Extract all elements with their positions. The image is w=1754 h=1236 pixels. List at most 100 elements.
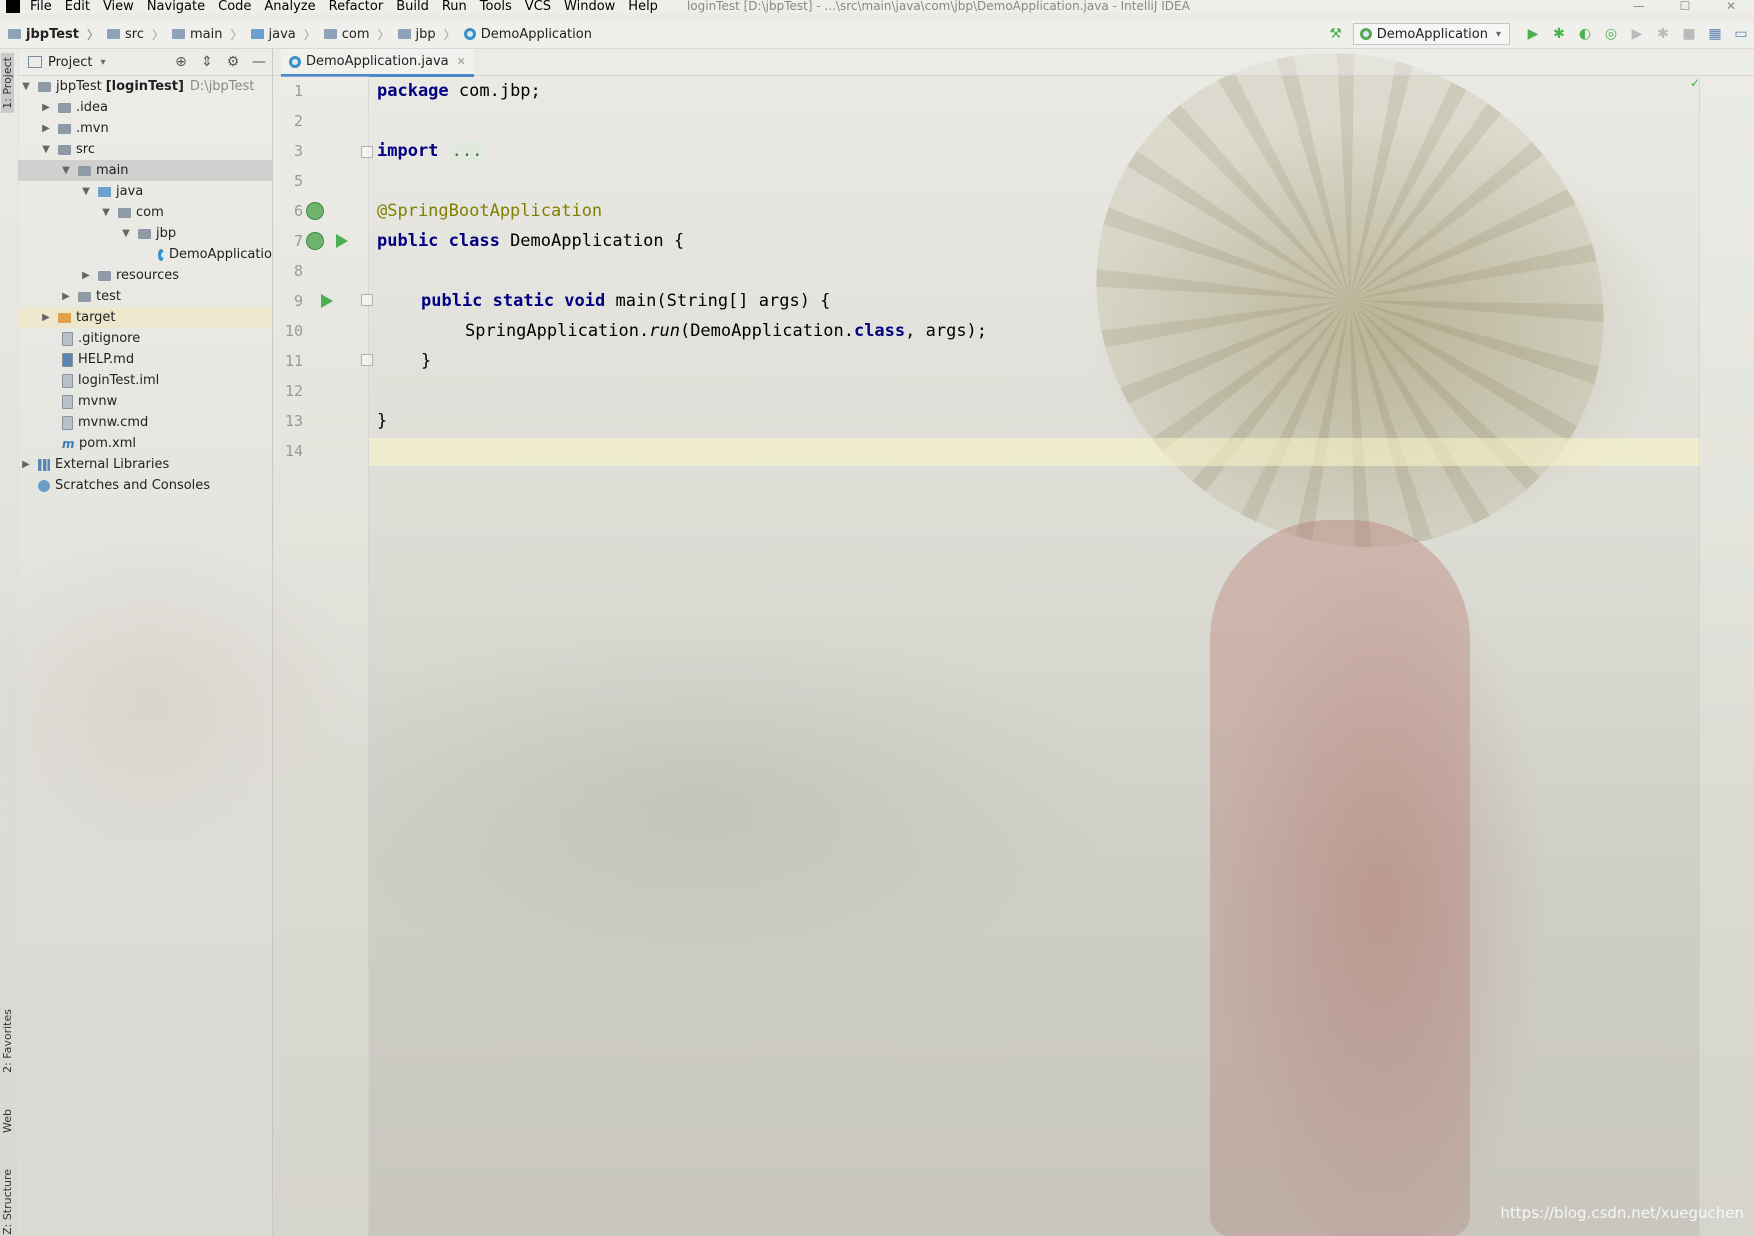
- tree-item-scratches[interactable]: Scratches and Consoles: [18, 475, 272, 496]
- hide-icon[interactable]: —: [246, 54, 272, 70]
- run-configuration-select[interactable]: DemoApplication ▾: [1352, 23, 1510, 45]
- breadcrumb-jbp[interactable]: jbp 〉: [397, 26, 456, 43]
- menu-vcs[interactable]: VCS: [525, 0, 551, 13]
- tree-item-root[interactable]: ▼ jbpTest [loginTest] D:\jbpTest: [18, 76, 272, 97]
- tree-item-mvnw-cmd[interactable]: mvnw.cmd: [18, 412, 272, 433]
- menu-tools[interactable]: Tools: [480, 0, 512, 13]
- close-tab-icon[interactable]: ✕: [457, 55, 466, 68]
- breadcrumb-main[interactable]: main 〉: [172, 26, 243, 43]
- menu-build[interactable]: Build: [396, 0, 429, 13]
- run-gutter-icon[interactable]: [321, 294, 333, 308]
- structure-tool-tab[interactable]: Z: Structure: [1, 1169, 14, 1235]
- project-structure-icon[interactable]: ▦: [1706, 25, 1724, 43]
- breadcrumb-java[interactable]: java 〉: [250, 26, 316, 43]
- tree-item-test[interactable]: ▶ test: [18, 286, 272, 307]
- menu-refactor[interactable]: Refactor: [329, 0, 384, 13]
- tree-item-java[interactable]: ▼ java: [18, 181, 272, 202]
- stop-icon[interactable]: ■: [1680, 25, 1698, 43]
- favorites-tool-tab[interactable]: 2: Favorites: [1, 1009, 14, 1073]
- menu-bar: File Edit View Navigate Code Analyze Ref…: [0, 0, 1754, 13]
- code-text: (DemoApplication.: [679, 321, 854, 341]
- tree-item-jbp[interactable]: ▼ jbp: [18, 223, 272, 244]
- chevron-right-icon[interactable]: ▶: [80, 270, 92, 281]
- package-icon: [397, 29, 411, 39]
- breadcrumb-label: java: [268, 26, 296, 42]
- keyword: class: [853, 321, 906, 341]
- chevron-down-icon[interactable]: ▼: [80, 186, 92, 197]
- tree-item-label: test: [96, 289, 121, 304]
- tree-item-main[interactable]: ▼ main: [18, 160, 272, 181]
- tree-item-mvnw[interactable]: mvnw: [18, 391, 272, 412]
- spring-bean-gutter-icon[interactable]: [306, 232, 324, 250]
- project-view-select[interactable]: Project: [48, 55, 92, 70]
- chevron-right-icon[interactable]: ▶: [40, 123, 52, 134]
- maximize-icon[interactable]: ☐: [1662, 0, 1708, 13]
- menu-window[interactable]: Window: [564, 0, 615, 13]
- markdown-file-icon: [62, 352, 73, 367]
- menu-code[interactable]: Code: [218, 0, 251, 13]
- breadcrumb-class[interactable]: DemoApplication: [463, 27, 592, 42]
- tree-item-idea[interactable]: ▶ .idea: [18, 97, 272, 118]
- editor-scrollbar[interactable]: [1699, 76, 1754, 1236]
- chevron-right-icon[interactable]: ▶: [40, 102, 52, 113]
- run-icon[interactable]: ▶: [1524, 25, 1542, 43]
- menu-help[interactable]: Help: [628, 0, 658, 13]
- inspection-ok-icon[interactable]: ✓: [1690, 76, 1700, 90]
- tree-item-resources[interactable]: ▶ resources: [18, 265, 272, 286]
- coverage-icon[interactable]: ◐: [1576, 25, 1594, 43]
- minimize-icon[interactable]: —: [1616, 0, 1662, 13]
- tree-item-mvn[interactable]: ▶ .mvn: [18, 118, 272, 139]
- folder-icon: [172, 29, 185, 39]
- window-title: loginTest [D:\jbpTest] - ...\src\main\ja…: [686, 0, 1190, 13]
- tree-item-external-libraries[interactable]: ▶ External Libraries: [18, 454, 272, 475]
- menu-edit[interactable]: Edit: [65, 0, 90, 13]
- spring-bean-gutter-icon[interactable]: [306, 202, 324, 220]
- chevron-down-icon[interactable]: ▼: [60, 165, 72, 176]
- tree-item-demo-application[interactable]: DemoApplicatio: [18, 244, 272, 265]
- debug-icon[interactable]: ✱: [1550, 25, 1568, 43]
- presentation-icon[interactable]: ▭: [1732, 25, 1750, 43]
- menu-analyze[interactable]: Analyze: [264, 0, 315, 13]
- tree-item-com[interactable]: ▼ com: [18, 202, 272, 223]
- menu-run[interactable]: Run: [442, 0, 467, 13]
- chevron-down-icon[interactable]: ▼: [100, 207, 112, 218]
- breadcrumb-project[interactable]: jbpTest 〉: [8, 26, 99, 43]
- tab-demo-application[interactable]: DemoApplication.java ✕: [281, 49, 474, 77]
- project-tool-tab[interactable]: 1: Project: [1, 53, 14, 113]
- web-tool-tab[interactable]: Web: [1, 1109, 14, 1133]
- menu-navigate[interactable]: Navigate: [147, 0, 205, 13]
- run-disabled-icon[interactable]: ▶: [1628, 25, 1646, 43]
- folder-icon: [78, 291, 91, 302]
- run-gutter-icon[interactable]: [336, 234, 348, 248]
- tree-item-src[interactable]: ▼ src: [18, 139, 272, 160]
- profile-icon[interactable]: ◎: [1602, 25, 1620, 43]
- close-icon[interactable]: ✕: [1708, 0, 1754, 13]
- tree-item-gitignore[interactable]: .gitignore: [18, 328, 272, 349]
- chevron-right-icon[interactable]: ▶: [20, 459, 32, 470]
- chevron-down-icon[interactable]: ▼: [120, 228, 132, 239]
- locate-icon[interactable]: ⊕: [168, 54, 194, 70]
- build-hammer-icon[interactable]: ⚒: [1327, 25, 1345, 43]
- menu-file[interactable]: File: [30, 0, 52, 13]
- tree-item-target[interactable]: ▶ target: [18, 307, 272, 328]
- chevron-down-icon[interactable]: ▼: [40, 144, 52, 155]
- menu-view[interactable]: View: [103, 0, 134, 13]
- code-editor[interactable]: package com.jbp; import ... @SpringBootA…: [369, 76, 1699, 1236]
- attach-debugger-icon[interactable]: ✱: [1654, 25, 1672, 43]
- chevron-right-icon[interactable]: ▶: [60, 291, 72, 302]
- method-name: run: [649, 321, 680, 341]
- tree-item-iml[interactable]: loginTest.iml: [18, 370, 272, 391]
- project-view-icon: [28, 56, 42, 68]
- chevron-right-icon[interactable]: ▶: [40, 312, 52, 323]
- breadcrumb-src[interactable]: src 〉: [107, 26, 164, 43]
- module-file-icon: [62, 373, 73, 388]
- tree-item-pom[interactable]: m pom.xml: [18, 433, 272, 454]
- chevron-down-icon[interactable]: ▾: [100, 57, 105, 68]
- folder-icon: [38, 81, 51, 92]
- tree-item-help[interactable]: HELP.md: [18, 349, 272, 370]
- gear-icon[interactable]: ⚙: [220, 54, 246, 70]
- chevron-down-icon[interactable]: ▼: [20, 81, 32, 92]
- collapse-all-icon[interactable]: ⇕: [194, 54, 220, 70]
- breadcrumb-com[interactable]: com 〉: [323, 26, 390, 43]
- folded-imports[interactable]: ...: [448, 141, 486, 161]
